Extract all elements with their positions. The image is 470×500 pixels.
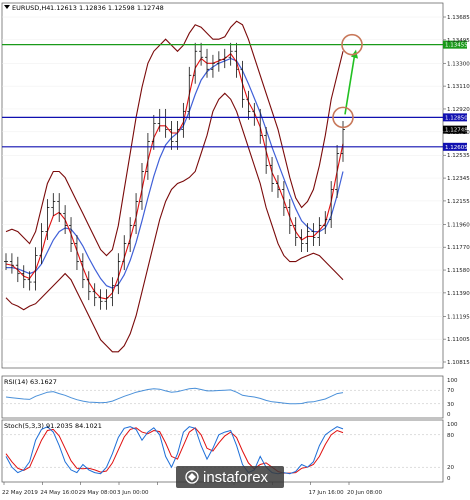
time-tick-label: 22 May 2019 [2,490,38,496]
watermark-text: instaforex [203,469,269,486]
rsi-tick-label: 70 [447,388,454,394]
rsi-tick-label: 0 [447,412,451,418]
price-tick-label: 1.13300 [447,61,470,67]
price-tick-label: 1.12535 [447,153,470,159]
price-tick-label: 1.13495 [447,38,470,44]
stoch-tick-label: 20 [447,465,454,471]
rsi-tick-label: 30 [447,402,454,408]
price-tick-label: 1.11770 [447,245,470,251]
watermark: instaforex [176,466,284,488]
price-axis: 1.13685 1.13495 1.13300 1.13110 1.12920 1.127… [443,15,470,366]
stoch-title: Stoch(5,3,3) 91.2035 84.1021 [4,422,102,430]
price-tick-label: 1.12345 [447,176,470,182]
price-tick-label: 1.10815 [447,360,470,366]
level-label: 1.12605 [445,145,468,151]
rsi-title: RSI(14) 63.1627 [4,378,57,386]
price-tick-label: 1.13685 [447,15,470,21]
stoch-tick-label: 80 [447,433,454,439]
chart-canvas: 1.134551.128501.126051.12748 1.136851.13… [1,2,470,496]
stoch-tick-label: 0 [447,476,451,482]
price-panel [1,2,444,369]
price-tick-label: 1.11390 [447,291,470,297]
price-tick-label: 1.13110 [447,84,470,90]
price-tick-label: 1.11005 [447,337,470,343]
price-tick-label: 1.12730 [447,130,470,136]
price-tick-label: 1.12920 [447,107,470,113]
ohlc-values: 1.12613 1.12836 1.12598 1.12748 [50,4,164,12]
time-tick-label: 29 May 08:00 [79,490,117,496]
price-tick-label: 1.11195 [447,314,470,320]
level-label: 1.12850 [445,115,468,121]
time-tick-label: 24 May 16:00 [40,490,78,496]
time-tick-label: 17 Jun 16:00 [309,490,344,496]
stoch-tick-label: 100 [447,422,458,428]
time-tick-label: 3 Jun 00:00 [117,490,149,496]
time-tick-label: 20 Jun 08:00 [347,490,382,496]
price-tick-label: 1.11960 [447,222,470,228]
rsi-tick-label: 100 [447,378,458,384]
price-tick-label: 1.11580 [447,268,470,274]
symbol-info: EURUSD,H4 [12,4,50,12]
price-tick-label: 1.12155 [447,199,470,205]
